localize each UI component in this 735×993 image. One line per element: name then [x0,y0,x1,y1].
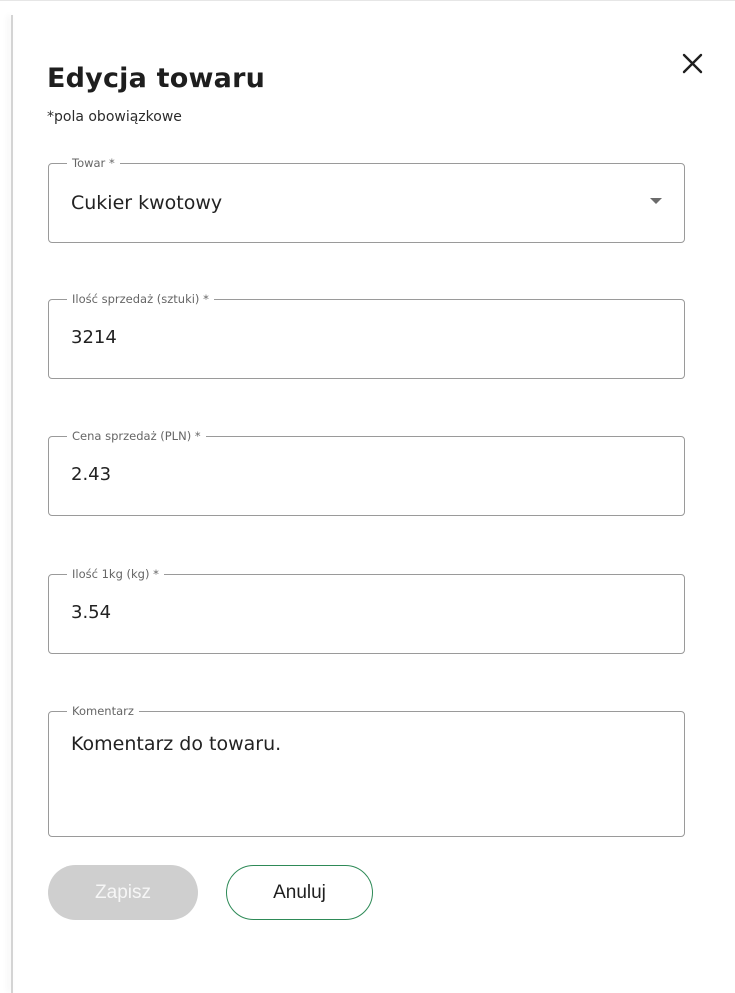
weight-kg-field[interactable]: Ilość 1kg (kg) * 3.54 [48,566,685,654]
sales-quantity-field[interactable]: Ilość sprzedaż (sztuki) * 3214 [48,291,685,379]
dialog-left-edge [11,15,13,993]
save-button[interactable]: Zapisz [48,865,198,920]
sales-price-label: Cena sprzedaż (PLN) * [61,428,206,444]
chevron-down-icon[interactable] [650,198,662,204]
sales-quantity-label: Ilość sprzedaż (sztuki) * [61,291,214,307]
required-fields-note: *pola obowiązkowe [47,109,182,125]
dialog-title: Edycja towaru [47,63,266,94]
weight-kg-label: Ilość 1kg (kg) * [61,566,164,582]
comment-label: Komentarz [61,703,139,719]
weight-kg-value[interactable]: 3.54 [71,602,111,623]
product-select[interactable]: Towar * Cukier kwotowy [48,155,685,243]
comment-value[interactable]: Komentarz do towaru. [71,733,281,755]
sales-price-field[interactable]: Cena sprzedaż (PLN) * 2.43 [48,428,685,516]
sales-quantity-value[interactable]: 3214 [71,327,117,348]
product-select-value: Cukier kwotowy [71,192,223,214]
product-select-label: Towar * [61,155,120,171]
close-button[interactable] [676,49,706,79]
close-icon [682,53,703,74]
comment-textarea[interactable]: Komentarz Komentarz do towaru. [48,703,685,837]
sales-price-value[interactable]: 2.43 [71,464,111,485]
cancel-button[interactable]: Anuluj [226,865,373,920]
edit-item-dialog: Edycja towaru *pola obowiązkowe Towar * … [0,0,735,993]
